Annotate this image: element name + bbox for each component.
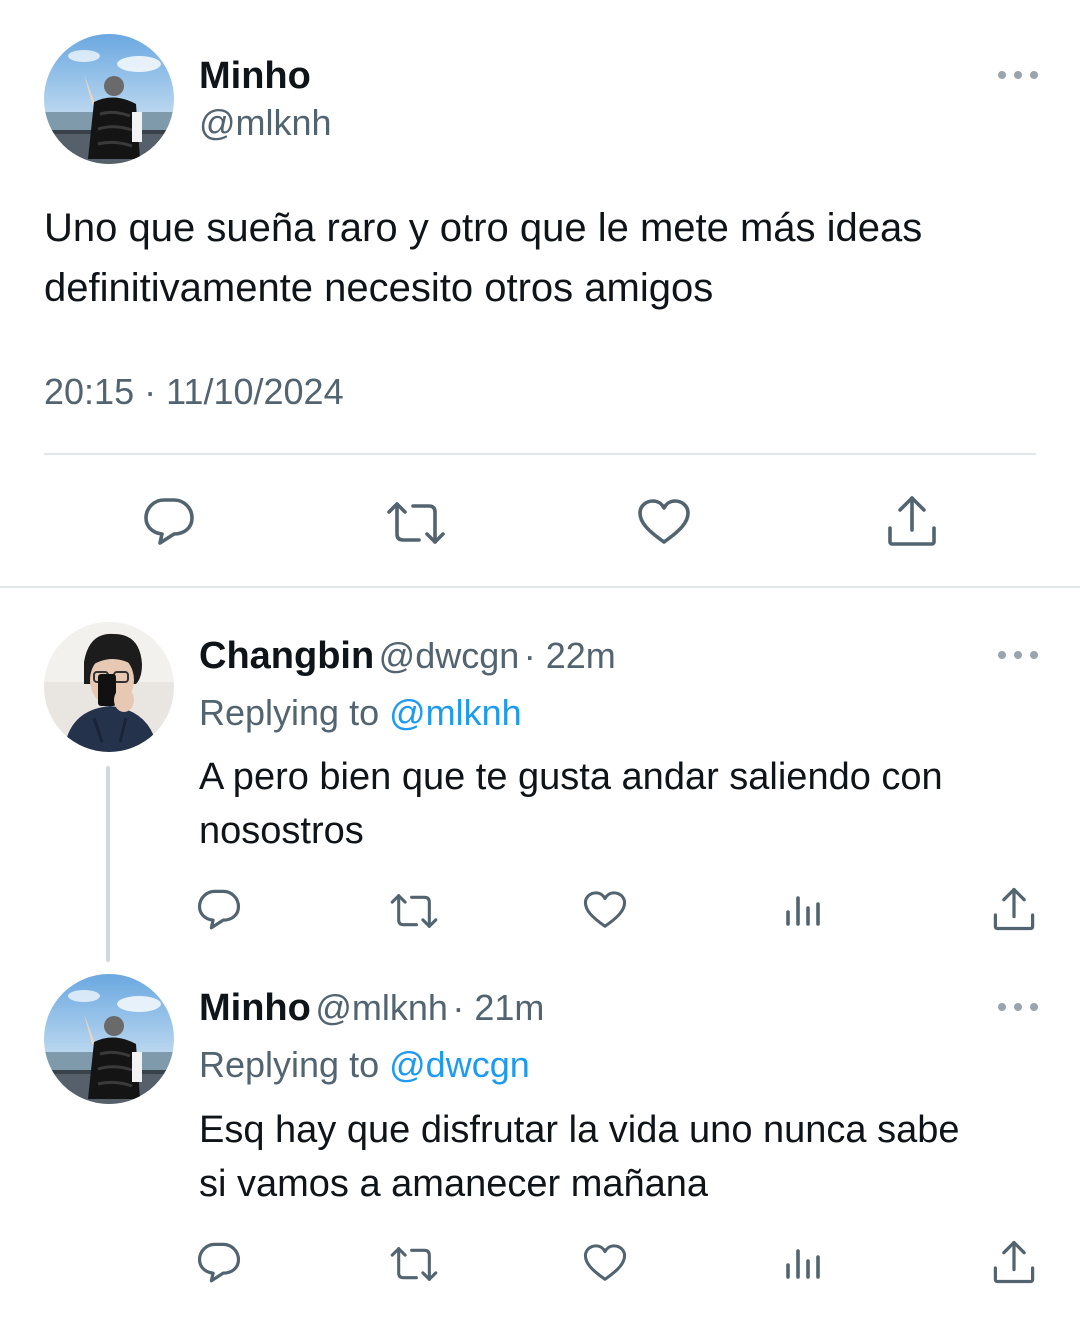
share-upload-icon[interactable]: [992, 886, 1036, 932]
avatar[interactable]: [44, 622, 174, 752]
replying-to: Replying to @mlknh: [199, 691, 522, 735]
mention-link[interactable]: @dwcgn: [389, 1044, 530, 1085]
reply-bubble-icon[interactable]: [196, 1241, 242, 1285]
tweet-text-line: nosostros: [199, 810, 364, 852]
replying-to: Replying to @dwcgn: [199, 1043, 530, 1087]
thread-connector: [106, 766, 110, 962]
divider: [44, 453, 1036, 455]
retweet-arrows-icon[interactable]: [389, 892, 439, 930]
tweet-text-line: si vamos a amanecer mañana: [199, 1163, 709, 1205]
replying-to-label: Replying to: [199, 1044, 380, 1085]
heart-icon[interactable]: [583, 890, 627, 930]
avatar-photo: [44, 974, 174, 1104]
tweet-text-line: A pero bien que te gusta andar saliendo …: [199, 756, 943, 798]
section-divider: [0, 586, 1080, 588]
bar-chart-icon[interactable]: [784, 890, 822, 928]
tweet-timestamp[interactable]: 20:15 · 11/10/2024: [44, 370, 344, 414]
tweet-age[interactable]: · 22m: [524, 635, 616, 676]
retweet-arrows-icon[interactable]: [385, 500, 447, 546]
avatar-photo: [44, 34, 174, 164]
tweet-text-line: Uno que sueña raro y otro que le mete má…: [44, 206, 923, 250]
share-upload-icon[interactable]: [992, 1239, 1036, 1285]
more-dots-icon[interactable]: [998, 69, 1038, 81]
tweet-text: Esq hay que disfrutar la vida uno nunca …: [199, 1103, 1059, 1211]
reply-bubble-icon[interactable]: [196, 888, 242, 932]
avatar-photo: [44, 622, 174, 752]
share-upload-icon[interactable]: [886, 494, 938, 548]
replying-to-label: Replying to: [199, 692, 380, 733]
reply-header: Changbin @dwcgn · 22m: [199, 634, 616, 678]
more-dots-icon[interactable]: [998, 649, 1038, 661]
more-dots-icon[interactable]: [998, 1001, 1038, 1013]
tweet-text-line: definitivamente necesito otros amigos: [44, 266, 714, 310]
author-handle[interactable]: @dwcgn: [379, 635, 520, 676]
tweet-text: Uno que sueña raro y otro que le mete má…: [44, 198, 1044, 318]
heart-icon[interactable]: [583, 1243, 627, 1283]
bar-chart-icon[interactable]: [784, 1243, 822, 1281]
author-handle[interactable]: @mlknh: [199, 101, 332, 145]
tweet-text: A pero bien que te gusta andar saliendo …: [199, 750, 1059, 858]
author-handle[interactable]: @mlknh: [315, 987, 448, 1028]
avatar[interactable]: [44, 34, 174, 164]
author-name[interactable]: Minho: [199, 987, 311, 1029]
avatar[interactable]: [44, 974, 174, 1104]
tweet-age[interactable]: · 21m: [452, 987, 544, 1028]
author-name[interactable]: Changbin: [199, 635, 374, 677]
heart-icon[interactable]: [637, 498, 691, 546]
mention-link[interactable]: @mlknh: [389, 692, 522, 733]
reply-bubble-icon[interactable]: [142, 496, 196, 548]
tweet-text-line: Esq hay que disfrutar la vida uno nunca …: [199, 1109, 960, 1151]
author-name[interactable]: Minho: [199, 54, 311, 98]
reply-header: Minho @mlknh · 21m: [199, 986, 544, 1030]
retweet-arrows-icon[interactable]: [389, 1245, 439, 1283]
